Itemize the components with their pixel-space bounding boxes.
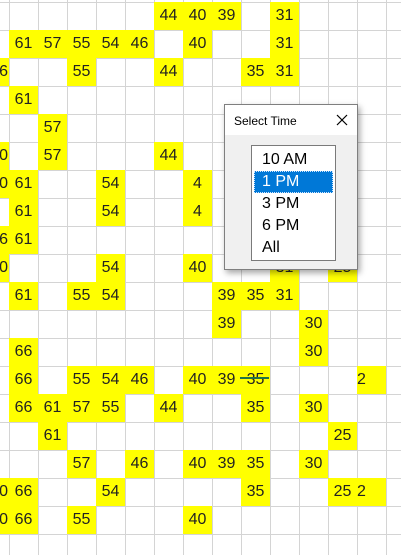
grid-cell[interactable]: 61 xyxy=(9,226,38,254)
grid-cell[interactable]: 0 xyxy=(0,478,9,506)
grid-cell[interactable]: 54 xyxy=(96,254,125,282)
time-option-1pm[interactable]: 1 PM xyxy=(254,171,333,193)
time-option-all[interactable]: All xyxy=(254,237,333,259)
grid-cell[interactable]: 54 xyxy=(96,170,125,198)
grid-cell[interactable]: 44 xyxy=(154,2,183,30)
grid-cell[interactable]: 57 xyxy=(38,114,67,142)
grid-cell[interactable]: 31 xyxy=(270,2,299,30)
grid-cell[interactable]: 55 xyxy=(96,394,125,422)
grid-cell[interactable]: 31 xyxy=(270,282,299,310)
grid-cell[interactable]: 44 xyxy=(154,394,183,422)
grid-cell[interactable]: 61 xyxy=(9,282,38,310)
grid-cell[interactable]: 61 xyxy=(9,198,38,226)
grid-cell[interactable]: 61 xyxy=(38,394,67,422)
grid-cell[interactable]: 31 xyxy=(270,30,299,58)
grid-cell[interactable]: 46 xyxy=(125,366,154,394)
grid-cell[interactable]: 40 xyxy=(183,450,212,478)
grid-cell[interactable]: 2 xyxy=(357,366,386,394)
grid-cell[interactable]: 57 xyxy=(38,142,67,170)
grid-cell[interactable]: 31 xyxy=(270,58,299,86)
grid-cell[interactable]: 30 xyxy=(299,338,328,366)
grid-cell[interactable]: 54 xyxy=(96,198,125,226)
time-option-3pm[interactable]: 3 PM xyxy=(254,193,333,215)
grid-cell[interactable]: 66 xyxy=(9,394,38,422)
grid-cell[interactable]: 30 xyxy=(299,450,328,478)
grid-cell[interactable]: 57 xyxy=(38,30,67,58)
grid-cell[interactable]: 44 xyxy=(154,58,183,86)
grid-cell[interactable]: 40 xyxy=(183,254,212,282)
grid-cell[interactable]: 2 xyxy=(357,478,386,506)
grid-cell[interactable]: 35 xyxy=(241,58,270,86)
grid-cell[interactable]: 0 xyxy=(0,142,9,170)
grid-cell[interactable]: 39 xyxy=(212,310,241,338)
grid-cell[interactable]: 30 xyxy=(299,310,328,338)
grid-cell[interactable]: 55 xyxy=(67,366,96,394)
grid-cell[interactable]: 0 xyxy=(0,506,9,534)
grid-cell[interactable]: 46 xyxy=(125,30,154,58)
grid-cell[interactable]: 40 xyxy=(183,2,212,30)
grid-cell[interactable]: 61 xyxy=(38,422,67,450)
grid-cell[interactable]: 66 xyxy=(0,58,9,86)
grid-cell[interactable]: 54 xyxy=(96,478,125,506)
dialog-title: Select Time xyxy=(234,114,297,128)
grid-cell[interactable]: 55 xyxy=(67,506,96,534)
close-button[interactable] xyxy=(331,110,353,130)
active-cell-indicator xyxy=(240,377,269,379)
grid-cell[interactable]: 25 xyxy=(328,478,357,506)
grid-cell[interactable]: 39 xyxy=(212,366,241,394)
time-option-6pm[interactable]: 6 PM xyxy=(254,215,333,237)
grid-cell[interactable]: 40 xyxy=(183,366,212,394)
grid-cell[interactable]: 66 xyxy=(9,338,38,366)
grid-cell[interactable]: 55 xyxy=(67,30,96,58)
grid-cell[interactable]: 40 xyxy=(183,30,212,58)
grid-cell[interactable]: 61 xyxy=(9,86,38,114)
grid-cell[interactable]: 35 xyxy=(241,478,270,506)
grid-cell[interactable]: 39 xyxy=(212,282,241,310)
grid-cell[interactable]: 44 xyxy=(154,142,183,170)
grid-cell[interactable]: 55 xyxy=(67,58,96,86)
grid-cell[interactable]: 35 xyxy=(241,366,270,394)
select-time-dialog: Select Time 10 AM 1 PM 3 PM 6 PM All xyxy=(224,104,358,270)
grid-cell[interactable]: 0 xyxy=(0,254,9,282)
grid-cell[interactable]: 4 xyxy=(183,170,212,198)
time-listbox[interactable]: 10 AM 1 PM 3 PM 6 PM All xyxy=(251,145,336,261)
grid-cell[interactable]: 55 xyxy=(67,282,96,310)
grid-cell[interactable]: 40 xyxy=(183,506,212,534)
grid-cell[interactable]: 66 xyxy=(9,478,38,506)
spreadsheet-grid[interactable]: 4440393161575554464031665544353161572505… xyxy=(0,0,401,555)
grid-cell[interactable]: 54 xyxy=(96,30,125,58)
grid-cell[interactable]: 30 xyxy=(299,394,328,422)
grid-cell[interactable]: 35 xyxy=(241,282,270,310)
grid-cell[interactable]: 61 xyxy=(9,30,38,58)
dialog-titlebar[interactable]: Select Time xyxy=(225,105,357,135)
grid-cell[interactable]: 35 xyxy=(241,450,270,478)
grid-cell[interactable]: 66 xyxy=(9,366,38,394)
grid-cell[interactable]: 54 xyxy=(96,282,125,310)
grid-cell[interactable]: 46 xyxy=(125,450,154,478)
grid-cell[interactable]: 25 xyxy=(328,422,357,450)
grid-cell[interactable]: 0 xyxy=(0,170,9,198)
grid-cell[interactable]: 39 xyxy=(212,2,241,30)
grid-cell[interactable]: 4 xyxy=(183,198,212,226)
grid-cell[interactable]: 66 xyxy=(9,506,38,534)
grid-cell[interactable]: 54 xyxy=(96,366,125,394)
grid-cell[interactable]: 61 xyxy=(9,170,38,198)
grid-cell[interactable]: 39 xyxy=(212,450,241,478)
grid-cell[interactable]: 66 xyxy=(0,226,9,254)
grid-cell[interactable]: 57 xyxy=(67,394,96,422)
grid-cell[interactable]: 57 xyxy=(67,450,96,478)
close-icon xyxy=(336,114,348,126)
time-option-10am[interactable]: 10 AM xyxy=(254,149,333,171)
grid-cell[interactable]: 35 xyxy=(241,394,270,422)
